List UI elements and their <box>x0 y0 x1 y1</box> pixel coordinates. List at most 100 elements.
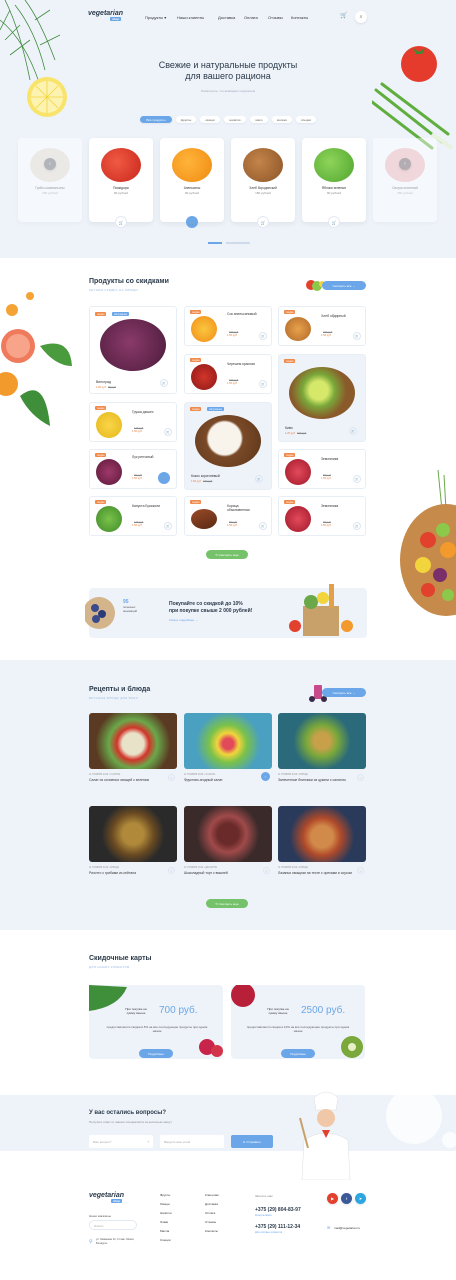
recipe-card[interactable]: 11 НОЯБРЯ 2019 • САЛАТЫ Фруктово-ягодный… <box>184 713 272 783</box>
product-card[interactable]: скидка Земляника 90 руб 1.50 руб 🛒 <box>278 449 366 489</box>
product-card[interactable]: скидка Хлеб обдирный 150 руб 1.50 руб 🛒 <box>278 306 366 346</box>
cart-icon[interactable]: 🛒 <box>259 522 267 530</box>
footer-search-input[interactable]: Искать <box>89 1220 137 1230</box>
cart-icon[interactable]: 🛒 <box>259 332 267 340</box>
show-all-recipes-button[interactable]: Смотреть все → <box>322 688 366 697</box>
recipe-card[interactable]: 11 НОЯБРЯ 2019 • ДЕСЕРТЫ Шоколадный торт… <box>184 806 272 876</box>
show-more-recipes-button[interactable]: ↻ Смотреть еще <box>206 899 248 908</box>
green-apples-image <box>314 148 354 182</box>
cart-icon[interactable]: 🛒 <box>255 475 263 483</box>
nav-clients[interactable]: Наши клиенты <box>177 15 204 20</box>
recipe-card[interactable]: 11 НОЯБРЯ 2019 • БЛЮДА Лазанья овощная н… <box>278 806 366 876</box>
product-card[interactable]: скидка Корица обыкновенная 90 руб 1.50 ру… <box>184 496 272 536</box>
cart-icon[interactable]: 🛒 <box>115 216 127 228</box>
filter-meat[interactable]: мясо <box>250 116 268 123</box>
heart-icon[interactable]: ♡ <box>168 774 175 781</box>
product-card[interactable]: скидка Сок апельсиновый 150 руб 1.50 руб … <box>184 306 272 346</box>
promo-link[interactable]: Узнать подробнее → <box>169 618 198 622</box>
recipe-card[interactable]: 11 НОЯБРЯ 2019 • БЛЮДА Запеченные блинчи… <box>278 713 366 783</box>
footer-logo[interactable]: vegetarian shop <box>89 1192 124 1206</box>
show-more-products-button[interactable]: ↻ Смотреть еще <box>206 550 248 559</box>
nav-delivery[interactable]: Доставка <box>218 15 235 20</box>
heart-icon[interactable]: ♡ <box>263 867 270 874</box>
question-input[interactable]: Ваш вопрос?? <box>89 1135 153 1148</box>
product-card[interactable]: скидка Лук репчатый 70 руб 1.50 руб 🛒 <box>89 449 177 489</box>
cart-icon[interactable]: 🛒 <box>257 216 269 228</box>
recipe-photo <box>184 806 272 862</box>
cart-icon[interactable]: 🛒 <box>158 472 170 484</box>
kiwi-decoration <box>341 1036 363 1058</box>
hero-product-card[interactable]: Окорок копченый 350 рублей <box>373 138 437 222</box>
nav-products[interactable]: Продукты ▾ <box>145 15 166 20</box>
footer-email[interactable]: mail@vegetarian.ru <box>334 1226 360 1230</box>
cart-icon[interactable]: 🛒 <box>353 332 361 340</box>
logo-tag: shop <box>110 17 122 21</box>
cart-icon[interactable]: 🛒 <box>160 379 168 387</box>
filter-spices[interactable]: специи <box>296 116 316 123</box>
nav-reviews[interactable]: Отзывы <box>268 15 283 20</box>
cart-icon[interactable]: 🛒 <box>349 427 357 435</box>
show-all-discounts-button[interactable]: Смотреть все → <box>322 281 366 290</box>
hero-product-card[interactable]: Грибы шампиньоны 250 рублей <box>18 138 82 222</box>
hero-product-card[interactable]: Яблоки зеленые 90 рублей 🛒 <box>302 138 366 228</box>
hero-product-card[interactable]: Хлеб бородинский 150 рублей 🛒 <box>231 138 295 228</box>
hero-title: Свежие и натуральные продукты для вашего … <box>158 60 298 81</box>
cart-icon[interactable]: 🛒 <box>164 522 172 530</box>
cart-icon[interactable]: 🛒 <box>164 428 172 436</box>
telegram-icon[interactable]: ➤ <box>355 1193 366 1204</box>
page: { "header": { "logo_text": "vegetarian",… <box>0 0 456 1280</box>
heart-icon[interactable]: ♡ <box>357 774 364 781</box>
search-icon[interactable]: ⌕ <box>355 11 367 23</box>
question-icon: ? <box>147 1140 149 1144</box>
slider-dot-active[interactable] <box>208 242 222 244</box>
bubble-decoration <box>386 1088 456 1148</box>
footer-phone[interactable]: +375 (29) 111-12-34 <box>255 1224 300 1230</box>
details-button[interactable]: Подробнее <box>139 1049 173 1058</box>
heart-icon[interactable]: ♡ <box>261 772 270 781</box>
bread-image <box>285 317 311 341</box>
product-card[interactable]: скидка Груша дюшес 120 руб 1.50 руб 🛒 <box>89 402 177 442</box>
cart-icon[interactable]: 🛒 <box>186 216 198 228</box>
onion-image <box>96 459 122 485</box>
footer-call-label: Звоните нам <box>255 1194 273 1198</box>
logo[interactable]: vegetarian shop <box>88 10 123 24</box>
cart-icon[interactable]: 🛒 <box>259 380 267 388</box>
product-card[interactable]: скидка Киви 1.20 руб 150 руб 🛒 <box>278 354 366 442</box>
cart-icon[interactable]: 🛒 <box>353 522 361 530</box>
details-button[interactable]: Подробнее <box>281 1049 315 1058</box>
email-input[interactable]: Введите ваш email <box>160 1135 224 1148</box>
filter-milk[interactable]: молоко <box>272 116 292 123</box>
heart-icon[interactable]: ♡ <box>168 867 175 874</box>
arrow-left-icon[interactable]: ‹ <box>44 158 56 170</box>
cart-icon[interactable]: 🛒 <box>328 216 340 228</box>
card-amount: 2500 руб. <box>301 1005 346 1016</box>
product-card[interactable]: скидка Черешня красная 150 руб 1.50 руб 🛒 <box>184 354 272 394</box>
product-card[interactable]: скидка популярное Виноград 1.90 руб 90 ру… <box>89 306 177 394</box>
cart-icon[interactable]: 🛒 <box>353 475 361 483</box>
send-button[interactable]: ➤ Отправить <box>231 1135 273 1148</box>
recipes-section <box>0 660 456 930</box>
grapes-image <box>100 319 166 371</box>
footer-phone[interactable]: +375 (29) 804-83-97 <box>255 1207 301 1213</box>
youtube-icon[interactable]: ▶ <box>327 1193 338 1204</box>
hero-product-card[interactable]: Помидоры 90 рублей 🛒 <box>89 138 153 228</box>
filter-all[interactable]: Все продукты <box>140 116 172 123</box>
recipe-card[interactable]: 11 НОЯБРЯ 2019 • САЛАТЫ Салат из основны… <box>89 713 177 783</box>
hero-product-card[interactable]: Апельсины 90 рублей 🛒 <box>160 138 224 228</box>
nav-contacts[interactable]: Контакты <box>291 15 308 20</box>
filter-vegetables[interactable]: овощи <box>200 116 220 123</box>
product-card[interactable]: скидка Земляника 90 руб 1.50 руб 🛒 <box>278 496 366 536</box>
nav-payment[interactable]: Оплата <box>244 15 258 20</box>
arrow-right-icon[interactable]: › <box>399 158 411 170</box>
product-card[interactable]: скидка популярное Кокос коричневый 1.50 … <box>184 402 272 490</box>
cart-icon[interactable]: 🛒 <box>340 12 347 19</box>
facebook-icon[interactable]: f <box>341 1193 352 1204</box>
recipe-card[interactable]: 11 НОЯБРЯ 2019 • БЛЮДА Ризотто с грибами… <box>89 806 177 876</box>
footer-stores-label: Наши магазины <box>89 1214 112 1218</box>
filter-fruits[interactable]: фрукты <box>176 116 196 123</box>
cards-section-title: Скидочные карты <box>89 955 152 962</box>
heart-icon[interactable]: ♡ <box>357 867 364 874</box>
filter-drinks[interactable]: напитки <box>224 116 246 123</box>
product-card[interactable]: скидка Капуста Брокколи 120 руб 1.50 руб … <box>89 496 177 536</box>
slider-dot[interactable] <box>226 242 250 244</box>
